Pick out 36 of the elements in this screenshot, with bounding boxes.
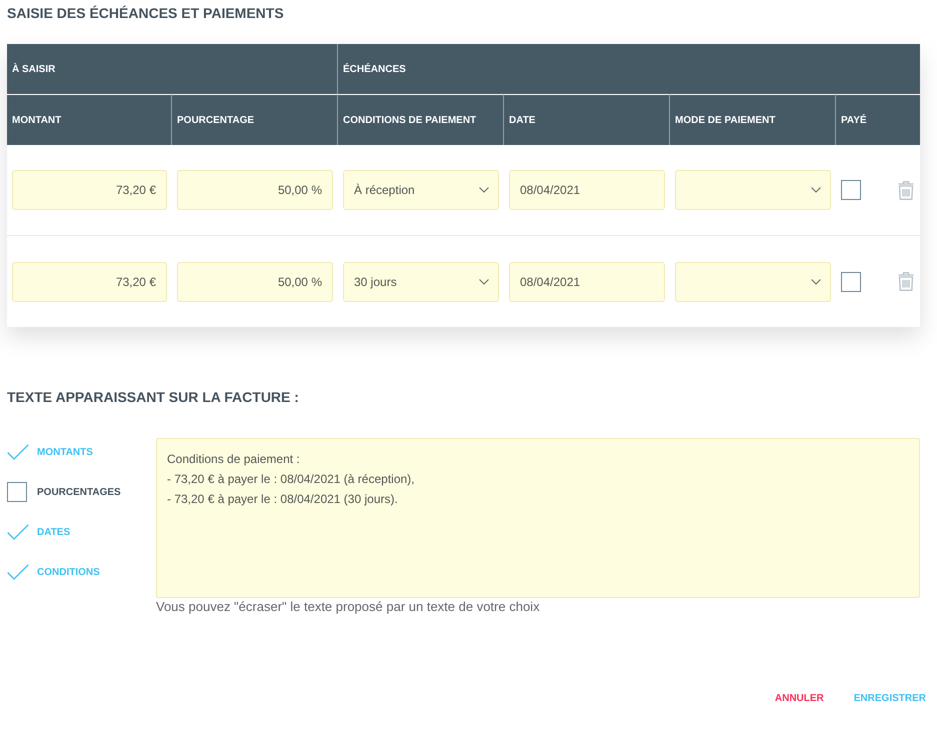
invoice-text-area[interactable]: Conditions de paiement : - 73,20 € à payer le : 08/04/2021 (à réception), - 73,20 € à payer le : 08/04/2021 (30 jours). [156,438,920,598]
checkbox[interactable] [7,482,27,502]
option-label[interactable]: POURCENTAGES [37,484,121,500]
column-header: MODE DE PAIEMENT [670,94,836,145]
amount-field[interactable]: 73,20 € [12,170,167,210]
chevron-down-icon [811,187,821,193]
trash-icon[interactable] [898,180,914,200]
section-title: TEXTE APPARAISSANT SUR LA FACTURE : [7,389,299,405]
section-title: SAISIE DES ÉCHÉANCES ET PAIEMENTS [7,4,284,21]
column-header: DATE [504,94,670,145]
payment-terms-select[interactable]: 30 jours [343,262,499,302]
column-group-header: À SAISIR [7,44,338,94]
amount-field[interactable]: 73,20 € [12,262,167,302]
date-field[interactable]: 08/04/2021 [509,262,665,302]
column-group-header: ÉCHÉANCES [338,44,920,94]
trash-icon[interactable] [898,272,914,291]
chevron-down-icon [479,278,489,284]
cancel-button[interactable]: ANNULER [766,689,832,709]
column-header: MONTANT [7,94,172,145]
date-field[interactable]: 08/04/2021 [509,170,665,210]
payment-mode-select[interactable] [675,170,831,210]
column-header: PAYÉ [836,94,920,145]
column-header: POURCENTAGE [172,94,338,145]
checkmark-icon[interactable] [7,444,29,460]
chevron-down-icon [811,278,821,284]
paid-checkbox[interactable] [841,180,861,200]
chevron-down-icon [479,187,489,193]
checkmark-icon[interactable] [7,564,29,580]
column-header: CONDITIONS DE PAIEMENT [338,94,504,145]
payment-terms-select[interactable]: À réception [343,170,499,210]
percentage-field[interactable]: 50,00 % [177,170,333,210]
payment-mode-select[interactable] [675,262,831,302]
percentage-field[interactable]: 50,00 % [177,262,333,302]
paid-checkbox[interactable] [841,272,861,292]
checkmark-icon[interactable] [7,524,29,540]
hint-text: Vous pouvez "écraser" le texte proposé par un texte de votre choix [156,599,540,615]
